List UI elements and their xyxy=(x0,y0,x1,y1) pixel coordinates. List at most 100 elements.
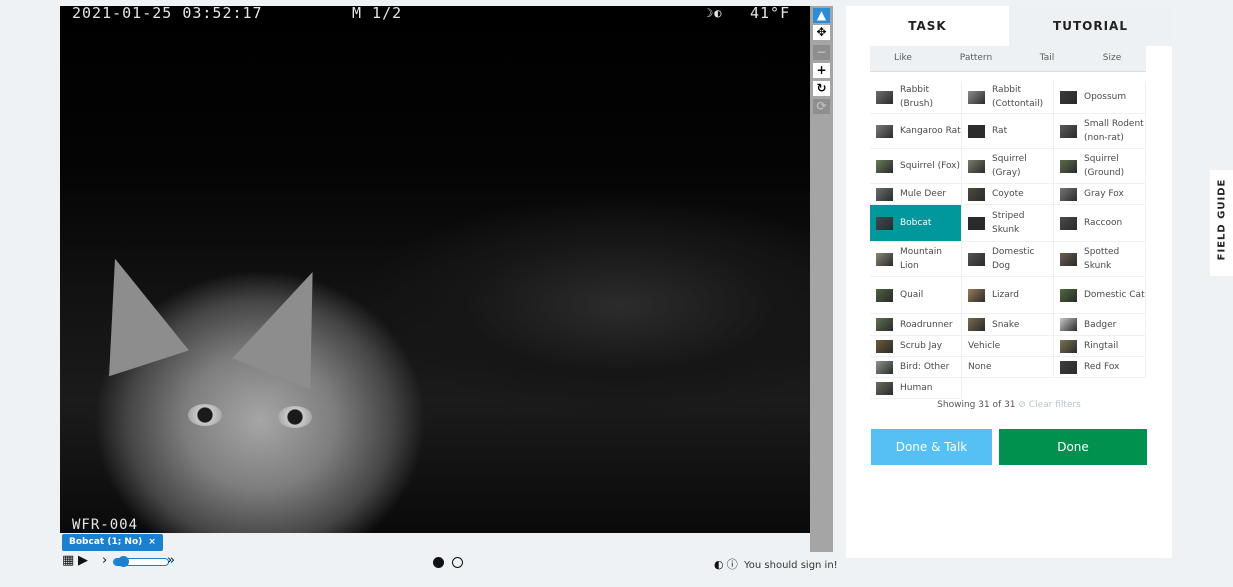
step-back-icon[interactable]: › xyxy=(102,553,107,568)
choice-label: Rat xyxy=(992,126,1008,136)
choice-human[interactable]: Human xyxy=(870,378,962,399)
speed-slider-handle[interactable] xyxy=(118,556,129,567)
choice-label: Scrub Jay xyxy=(900,341,943,351)
choice-rabbit-brush[interactable]: Rabbit (Brush) xyxy=(870,81,962,114)
species-thumbnail xyxy=(968,124,985,138)
choice-label: Vehicle xyxy=(968,341,1001,351)
species-thumbnail xyxy=(876,187,893,201)
choice-label: Quail xyxy=(900,290,924,300)
pointer-icon[interactable]: ▲ xyxy=(813,8,830,23)
filter-pattern[interactable]: Pattern xyxy=(936,46,1016,71)
field-guide-tab[interactable]: FIELD GUIDE xyxy=(1210,170,1233,276)
subject-image[interactable]: 2021-01-25 03:52:17 M 1/2 ☽◐ 41°F WFR-00… xyxy=(60,6,810,533)
species-thumbnail xyxy=(1060,216,1077,230)
choice-label: Gray Fox xyxy=(1084,189,1124,199)
close-icon[interactable]: × xyxy=(148,537,156,547)
rotate-icon[interactable]: ↻ xyxy=(813,81,830,96)
zoom-in-icon[interactable]: + xyxy=(813,63,830,78)
choice-raccoon[interactable]: Raccoon xyxy=(1054,205,1146,242)
choice-domestic-cat[interactable]: Domestic Cat xyxy=(1054,277,1146,314)
camera-id: WFR-004 xyxy=(72,517,139,533)
zoom-out-icon[interactable]: − xyxy=(813,45,830,60)
choice-opossum[interactable]: Opossum xyxy=(1054,81,1146,114)
species-thumbnail xyxy=(968,288,985,302)
species-thumbnail xyxy=(876,252,893,266)
annotation-tag[interactable]: Bobcat (1; No) × xyxy=(62,534,163,551)
filter-like[interactable]: Like xyxy=(870,46,936,71)
step-forward-icon[interactable]: » xyxy=(167,553,175,568)
choice-kangaroo-rat[interactable]: Kangaroo Rat xyxy=(870,114,962,149)
choice-ringtail[interactable]: Ringtail xyxy=(1054,336,1146,357)
species-thumbnail xyxy=(1060,187,1077,201)
choice-snake[interactable]: Snake xyxy=(962,314,1054,336)
choice-label: Bobcat xyxy=(900,218,932,228)
choice-small-rodent-non-rat[interactable]: Small Rodent (non-rat) xyxy=(1054,114,1146,149)
tab-task[interactable]: TASK xyxy=(846,6,1009,46)
species-thumbnail xyxy=(1060,360,1077,374)
done-and-talk-button[interactable]: Done & Talk xyxy=(871,429,992,465)
choice-squirrel-gray[interactable]: Squirrel (Gray) xyxy=(962,149,1054,184)
choice-lizard[interactable]: Lizard xyxy=(962,277,1054,314)
choice-spotted-skunk[interactable]: Spotted Skunk xyxy=(1054,242,1146,277)
species-thumbnail xyxy=(968,318,985,331)
choice-label: None xyxy=(968,362,992,372)
choice-rat[interactable]: Rat xyxy=(962,114,1054,149)
choice-bird-other[interactable]: Bird: Other xyxy=(870,357,962,378)
tab-tutorial[interactable]: TUTORIAL xyxy=(1009,6,1172,46)
clear-filters-link[interactable]: ⊘ Clear filters xyxy=(1018,400,1080,410)
species-thumbnail xyxy=(876,159,893,173)
choice-mountain-lion[interactable]: Mountain Lion xyxy=(870,242,962,277)
choice-label: Rabbit (Brush) xyxy=(900,85,933,109)
choice-label: Badger xyxy=(1084,319,1117,330)
species-thumbnail xyxy=(1060,124,1077,138)
species-thumbnail xyxy=(968,216,985,230)
choice-coyote[interactable]: Coyote xyxy=(962,184,1054,205)
choice-label: Red Fox xyxy=(1084,362,1120,372)
choice-mule-deer[interactable]: Mule Deer xyxy=(870,184,962,205)
frame-dot-2[interactable] xyxy=(452,557,463,568)
species-thumbnail xyxy=(1060,159,1077,173)
choice-bobcat[interactable]: Bobcat xyxy=(870,205,962,242)
choice-scrub-jay[interactable]: Scrub Jay xyxy=(870,336,962,357)
done-button[interactable]: Done xyxy=(999,429,1147,465)
frame-dot-1[interactable] xyxy=(433,557,444,568)
filter-tail[interactable]: Tail xyxy=(1016,46,1078,71)
cat-eye-right xyxy=(278,406,312,428)
filter-bar: Like Pattern Tail Size xyxy=(870,46,1146,72)
choice-label: Lizard xyxy=(992,290,1020,300)
speed-slider[interactable] xyxy=(113,556,169,567)
play-icon[interactable]: ▶ xyxy=(78,553,88,568)
cat-eye-left xyxy=(188,404,222,426)
contrast-icon[interactable]: ◐ xyxy=(714,558,724,571)
choice-label: Kangaroo Rat xyxy=(900,126,961,136)
choice-striped-skunk[interactable]: Striped Skunk xyxy=(962,205,1054,242)
species-thumbnail xyxy=(968,90,985,104)
annotation-tag-label: Bobcat (1; No) xyxy=(69,537,143,547)
move-icon[interactable]: ✥ xyxy=(813,25,830,40)
sign-in-notice: ◐ ⓘ You should sign in! xyxy=(714,556,838,572)
choice-vehicle[interactable]: Vehicle xyxy=(962,336,1054,357)
choice-squirrel-fox[interactable]: Squirrel (Fox) xyxy=(870,149,962,184)
choice-badger[interactable]: Badger xyxy=(1054,314,1146,336)
choice-label: Striped Skunk xyxy=(992,211,1025,235)
choice-domestic-dog[interactable]: Domestic Dog xyxy=(962,242,1054,277)
info-icon[interactable]: ⓘ xyxy=(727,558,738,571)
choice-rabbit-cottontail[interactable]: Rabbit (Cottontail) xyxy=(962,81,1054,114)
choice-none[interactable]: None xyxy=(962,357,1054,378)
reset-icon[interactable]: ⟳ xyxy=(813,99,830,114)
choice-gray-fox[interactable]: Gray Fox xyxy=(1054,184,1146,205)
choice-squirrel-ground[interactable]: Squirrel (Ground) xyxy=(1054,149,1146,184)
choice-quail[interactable]: Quail xyxy=(870,277,962,314)
species-thumbnail xyxy=(876,216,893,230)
choice-label: Squirrel (Ground) xyxy=(1084,154,1125,178)
choice-label: Domestic Cat xyxy=(1084,290,1145,300)
species-thumbnail xyxy=(1060,288,1077,302)
choice-red-fox[interactable]: Red Fox xyxy=(1054,357,1146,378)
grid-icon[interactable]: ▦ xyxy=(62,553,74,568)
species-thumbnail xyxy=(1060,252,1077,266)
species-thumbnail xyxy=(968,252,985,266)
task-panel: TASK TUTORIAL Like Pattern Tail Size Rab… xyxy=(846,6,1172,558)
filter-size[interactable]: Size xyxy=(1078,46,1146,71)
choice-roadrunner[interactable]: Roadrunner xyxy=(870,314,962,336)
camera-trap-photo xyxy=(60,6,810,533)
